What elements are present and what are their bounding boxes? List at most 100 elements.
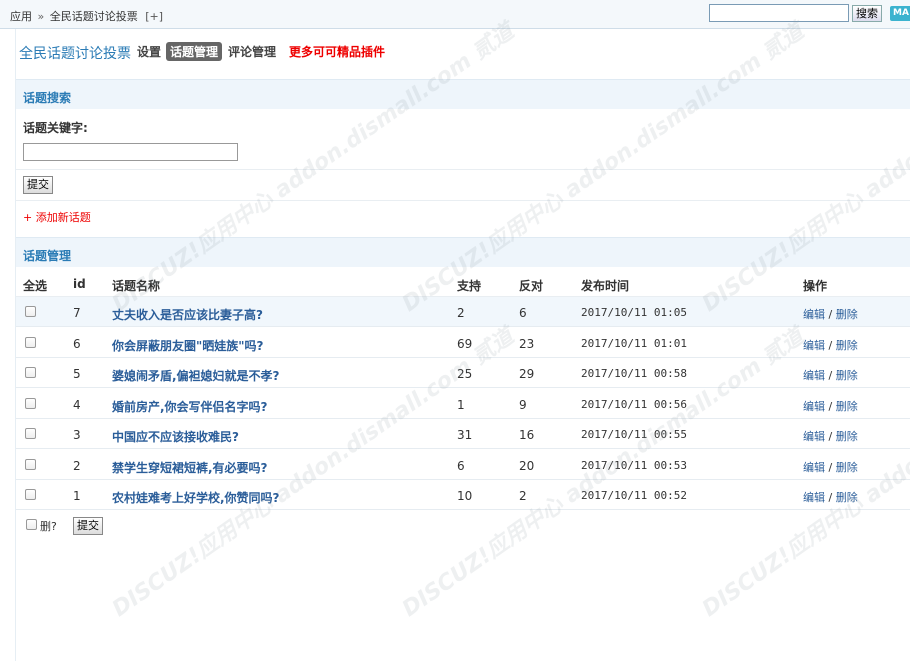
ops-separator: / xyxy=(828,491,833,504)
row-checkbox[interactable] xyxy=(25,367,36,378)
row-ops: 编辑 / 删除 xyxy=(803,459,858,475)
edit-link[interactable]: 编辑 xyxy=(803,491,825,504)
time-header: 发布时间 xyxy=(581,279,630,293)
row-title-link[interactable]: 丈夫收入是否应该比妻子高? xyxy=(112,306,263,323)
row-checkbox[interactable] xyxy=(25,458,36,470)
row-oppose: 6 xyxy=(519,306,527,320)
nav-comment-manage[interactable]: 评论管理 xyxy=(228,43,276,60)
divider xyxy=(16,200,910,201)
table-row: 7 丈夫收入是否应该比妻子高? 2 6 2017/10/11 01:05 编辑 / 删除 xyxy=(16,297,910,327)
row-support: 25 xyxy=(457,367,473,381)
support-header: 支持 xyxy=(457,279,482,293)
delete-link[interactable]: 删除 xyxy=(836,339,858,352)
delete-checkbox[interactable] xyxy=(26,519,37,530)
row-time: 2017/10/11 01:05 xyxy=(581,306,687,319)
top-search-input[interactable] xyxy=(709,4,849,22)
row-title-link[interactable]: 中国应不应该接收难民? xyxy=(112,428,239,445)
breadcrumb: 应用 » 全民话题讨论投票 [+] xyxy=(10,8,163,24)
row-time: 2017/10/11 00:55 xyxy=(581,428,687,441)
nav-more-plugins[interactable]: 更多可可精品插件 xyxy=(289,43,385,60)
row-time: 2017/10/11 00:53 xyxy=(581,458,687,472)
ops-separator: / xyxy=(828,430,833,443)
row-support: 2 xyxy=(457,306,465,320)
edit-link[interactable]: 编辑 xyxy=(803,400,825,413)
row-id: 7 xyxy=(73,306,81,320)
edit-link[interactable]: 编辑 xyxy=(803,308,825,321)
keyword-label: 话题关键字: xyxy=(23,121,88,135)
ops-header: 操作 xyxy=(803,279,828,293)
title-header: 话题名称 xyxy=(112,279,161,293)
row-support: 31 xyxy=(457,428,473,442)
topic-search-title: 话题搜索 xyxy=(23,91,72,105)
row-time: 2017/10/11 00:52 xyxy=(581,489,687,502)
select-all-header[interactable]: 全选 xyxy=(23,277,47,294)
row-oppose: 9 xyxy=(519,397,527,412)
row-oppose: 29 xyxy=(519,367,535,381)
row-title-link[interactable]: 你会屏蔽朋友圈"晒娃族"吗? xyxy=(112,337,263,354)
row-checkbox[interactable] xyxy=(25,306,36,317)
delete-link[interactable]: 删除 xyxy=(836,308,858,321)
top-search-button[interactable]: 搜索 xyxy=(852,5,882,22)
edit-link[interactable]: 编辑 xyxy=(803,369,825,382)
topic-manage-title: 话题管理 xyxy=(23,249,72,263)
table-row: 2 禁学生穿短裙短裤,有必要吗? 6 20 2017/10/11 00:53 编辑 / 删… xyxy=(16,450,910,480)
delete-link[interactable]: 删除 xyxy=(836,461,858,474)
edit-link[interactable]: 编辑 xyxy=(803,430,825,443)
row-time: 2017/10/11 00:56 xyxy=(581,397,687,411)
row-checkbox[interactable] xyxy=(25,489,36,500)
ops-separator: / xyxy=(828,460,833,474)
table-row: 6 你会屏蔽朋友圈"晒娃族"吗? 69 23 2017/10/11 01:01 编辑 / … xyxy=(16,328,910,358)
row-support: 10 xyxy=(457,489,473,503)
row-id: 1 xyxy=(73,489,81,503)
breadcrumb-app-link[interactable]: 应用 xyxy=(10,10,32,23)
keyword-input[interactable] xyxy=(23,143,238,161)
id-header: id xyxy=(73,277,86,291)
row-support: 6 xyxy=(457,458,465,473)
ma-badge[interactable]: MA xyxy=(890,6,910,21)
breadcrumb-current: 全民话题讨论投票 xyxy=(49,10,138,23)
row-support: 69 xyxy=(457,336,473,351)
topic-manage-header: 话题管理 xyxy=(16,237,910,267)
edit-link[interactable]: 编辑 xyxy=(803,461,825,474)
delete-link[interactable]: 删除 xyxy=(836,400,858,413)
row-title-link[interactable]: 婚前房产,你会写伴侣名字吗? xyxy=(112,398,268,415)
divider xyxy=(16,169,910,170)
table-row: 3 中国应不应该接收难民? 31 16 2017/10/11 00:55 编辑 / 删除 xyxy=(16,419,910,449)
row-title-link[interactable]: 农村娃难考上好学校,你赞同吗? xyxy=(112,489,280,506)
delete-link[interactable]: 删除 xyxy=(836,491,858,504)
search-submit-button[interactable]: 提交 xyxy=(23,176,53,194)
delete-label: 删? xyxy=(40,520,57,533)
ops-separator: / xyxy=(828,308,833,321)
row-id: 4 xyxy=(73,397,81,412)
row-checkbox[interactable] xyxy=(25,336,36,348)
add-shortcut-link[interactable]: [+] xyxy=(145,10,163,23)
ops-separator: / xyxy=(828,338,833,352)
watermark: DISCUZ!应用中心 addon.dismall.com 贰道 xyxy=(698,19,910,318)
table-row: 1 农村娃难考上好学校,你赞同吗? 10 2 2017/10/11 00:52 编辑 / … xyxy=(16,480,910,510)
manage-submit-button[interactable]: 提交 xyxy=(73,517,103,535)
delete-link[interactable]: 删除 xyxy=(836,369,858,382)
nav-topic-manage[interactable]: 话题管理 xyxy=(166,42,223,61)
row-ops: 编辑 / 删除 xyxy=(803,337,858,353)
row-checkbox[interactable] xyxy=(25,428,36,439)
plugin-title: 全民话题讨论投票 xyxy=(19,46,131,62)
edit-link[interactable]: 编辑 xyxy=(803,339,825,352)
table-row: 5 婆媳闹矛盾,偏袒媳妇就是不孝? 25 29 2017/10/11 00:58 编辑 /… xyxy=(16,358,910,388)
row-oppose: 23 xyxy=(519,336,535,351)
row-oppose: 16 xyxy=(519,428,535,442)
row-checkbox[interactable] xyxy=(25,397,36,409)
topic-search-header: 话题搜索 xyxy=(16,79,910,109)
oppose-header: 反对 xyxy=(519,279,544,293)
row-ops: 编辑 / 删除 xyxy=(803,398,858,414)
row-time: 2017/10/11 01:01 xyxy=(581,336,687,350)
nav-settings[interactable]: 设置 xyxy=(137,43,161,60)
row-title-link[interactable]: 禁学生穿短裙短裤,有必要吗? xyxy=(112,459,268,476)
add-topic-link[interactable]: + 添加新话题 xyxy=(23,209,91,225)
row-time: 2017/10/11 00:58 xyxy=(581,367,687,380)
ops-separator: / xyxy=(828,399,833,413)
delete-link[interactable]: 删除 xyxy=(836,430,858,443)
row-title-link[interactable]: 婆媳闹矛盾,偏袒媳妇就是不孝? xyxy=(112,367,280,384)
row-id: 6 xyxy=(73,336,81,351)
table-row: 4 婚前房产,你会写伴侣名字吗? 1 9 2017/10/11 00:56 编辑 / 删除 xyxy=(16,389,910,419)
row-oppose: 20 xyxy=(519,458,535,473)
